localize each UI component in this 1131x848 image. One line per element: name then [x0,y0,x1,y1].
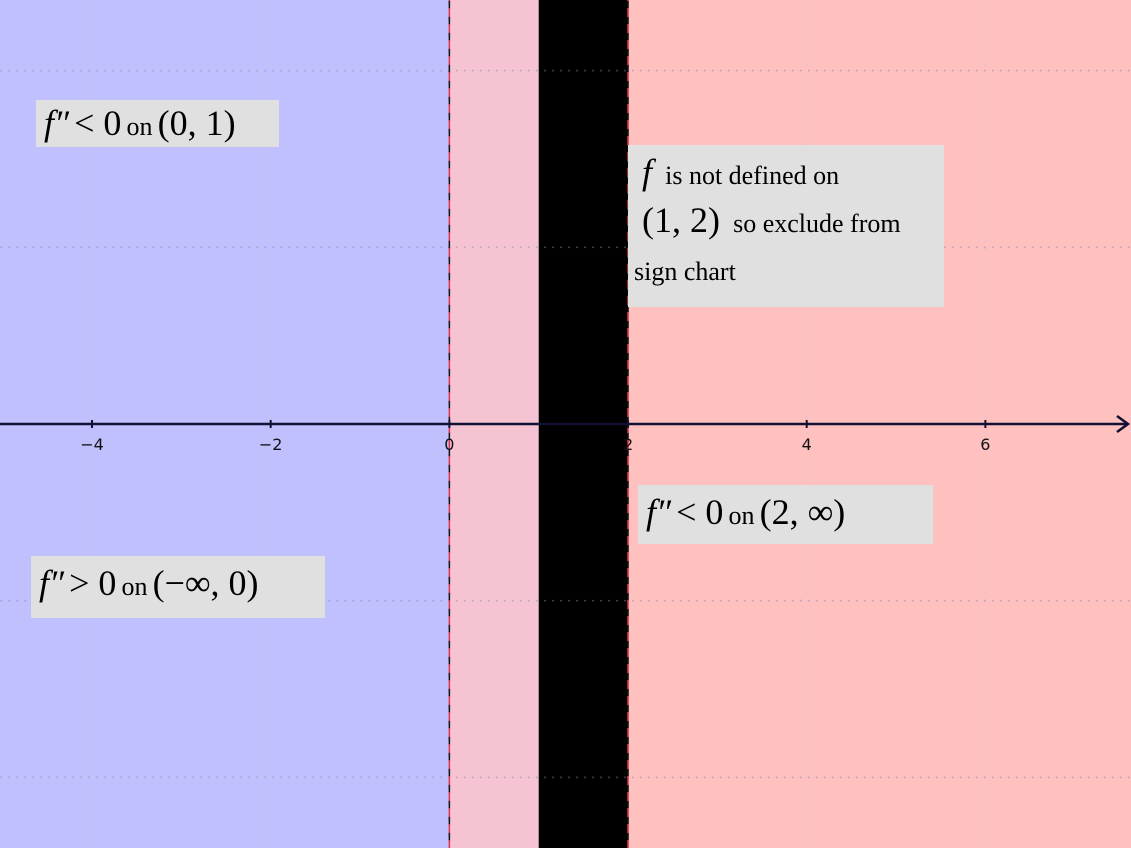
fpp-symbol: f″ [44,103,69,143]
interval: (0, 1) [157,103,236,143]
label-interval-2-inf: f″ < 0 on (2, ∞) [638,485,933,544]
on-word: on [126,112,153,141]
note-text-3: sign chart [634,257,736,286]
fpp-symbol: f″ [646,492,671,532]
label-interval-0-1: f″ < 0 on (0, 1) [36,100,279,147]
tick-label: 0 [444,435,454,454]
note-line-1: f is not defined on [642,151,944,199]
tick-label: −4 [80,435,104,454]
f-symbol: f [642,152,653,192]
tick-label: 4 [802,435,812,454]
tick-label: −2 [259,435,283,454]
on-word: on [728,501,755,530]
note-text-1: is not defined on [665,161,840,190]
note-text-2: so exclude from [733,209,901,238]
tick-label: 6 [980,435,990,454]
on-word: on [121,572,148,601]
note-line-3: sign chart [634,251,944,287]
note-interval: (1, 2) [642,200,720,240]
interval: (2, ∞) [759,492,846,532]
note-line-2: (1, 2) so exclude from [642,199,944,251]
sign-chart-diagram: −4 −2 0 2 4 6 f″ < 0 on (0, 1) f is not defin… [0,0,1131,848]
relation: > 0 [69,563,117,603]
label-undefined-note: f is not defined on (1, 2) so exclude fr… [628,145,944,307]
label-interval-neg-inf-0: f″ > 0 on (−∞, 0) [31,556,325,618]
interval: (−∞, 0) [152,563,259,603]
relation: < 0 [676,492,724,532]
relation: < 0 [74,103,122,143]
tick-label: 2 [623,435,633,454]
fpp-symbol: f″ [39,563,64,603]
